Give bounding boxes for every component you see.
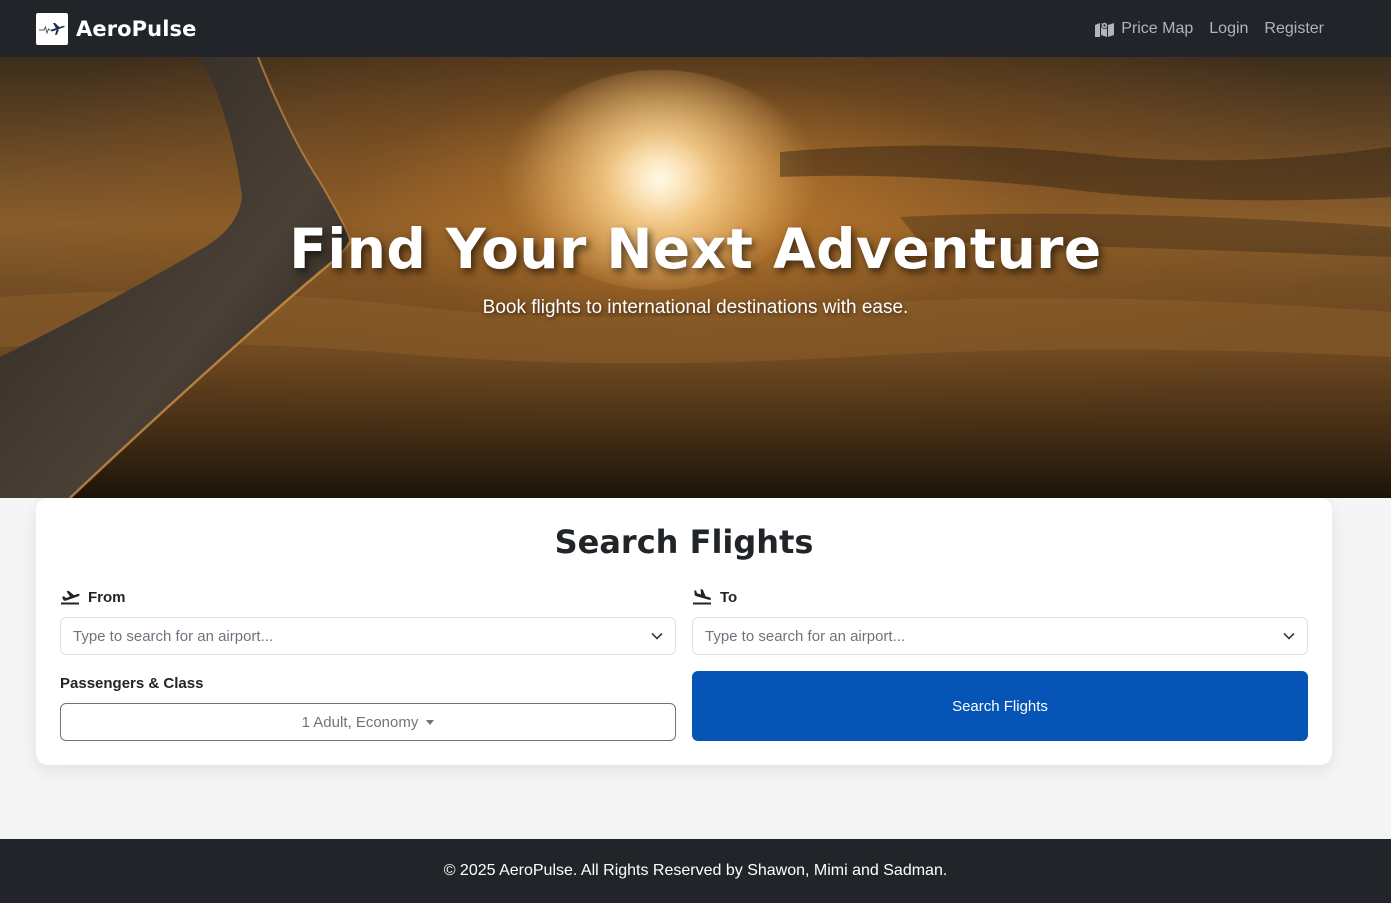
plane-departure-icon: [61, 590, 80, 605]
to-placeholder: Type to search for an airport...: [705, 627, 906, 645]
hero-subtitle: Book flights to international destinatio…: [482, 297, 909, 318]
footer-copyright: © 2025 AeroPulse. All Rights Reserved by…: [443, 862, 948, 879]
hero-banner: Find Your Next Adventure Book flights to…: [0, 57, 1391, 498]
caret-down-icon: [426, 719, 435, 725]
from-placeholder: Type to search for an airport...: [73, 627, 274, 645]
nav-link-login[interactable]: Login: [1209, 20, 1248, 38]
from-field-group: From Type to search for an airport...: [60, 586, 676, 655]
search-flights-card: Search Flights From Type to search for a…: [36, 498, 1332, 765]
nav-link-register[interactable]: Register: [1264, 20, 1324, 38]
nav-link-label: Register: [1264, 19, 1324, 37]
nav-link-price-map[interactable]: Price Map: [1095, 20, 1193, 38]
brand-name: AeroPulse: [76, 16, 197, 41]
to-label-text: To: [720, 588, 738, 606]
brand-link[interactable]: AeroPulse: [36, 12, 197, 45]
to-field-group: To Type to search for an airport...: [692, 586, 1308, 655]
nav-links: Price Map Login Register: [1095, 20, 1324, 38]
chevron-down-icon: [1283, 632, 1295, 640]
plane-arrival-icon: [693, 589, 711, 605]
from-airport-select[interactable]: Type to search for an airport...: [60, 617, 676, 655]
submit-group: Search Flights: [692, 671, 1308, 741]
nav-link-label: Login: [1209, 19, 1249, 37]
passengers-value: 1 Adult, Economy: [301, 713, 419, 731]
from-label: From: [60, 586, 676, 608]
map-icon: [1095, 21, 1115, 37]
nav-link-label: Price Map: [1121, 19, 1194, 37]
chevron-down-icon: [651, 632, 663, 640]
top-navbar: AeroPulse Price Map Login Register: [0, 0, 1391, 57]
brand-logo-icon: [36, 12, 68, 45]
hero-title: Find Your Next Adventure: [289, 217, 1102, 281]
to-label: To: [692, 586, 1308, 608]
hero-content: Find Your Next Adventure Book flights to…: [0, 57, 1391, 498]
from-label-text: From: [88, 588, 126, 606]
search-flights-button[interactable]: Search Flights: [692, 671, 1308, 741]
passengers-class-dropdown[interactable]: 1 Adult, Economy: [60, 703, 676, 741]
search-card-title: Search Flights: [554, 523, 814, 561]
passengers-field-group: Passengers & Class 1 Adult, Economy: [60, 672, 676, 741]
to-airport-select[interactable]: Type to search for an airport...: [692, 617, 1308, 655]
passengers-label: Passengers & Class: [60, 674, 204, 692]
footer: © 2025 AeroPulse. All Rights Reserved by…: [0, 839, 1391, 903]
